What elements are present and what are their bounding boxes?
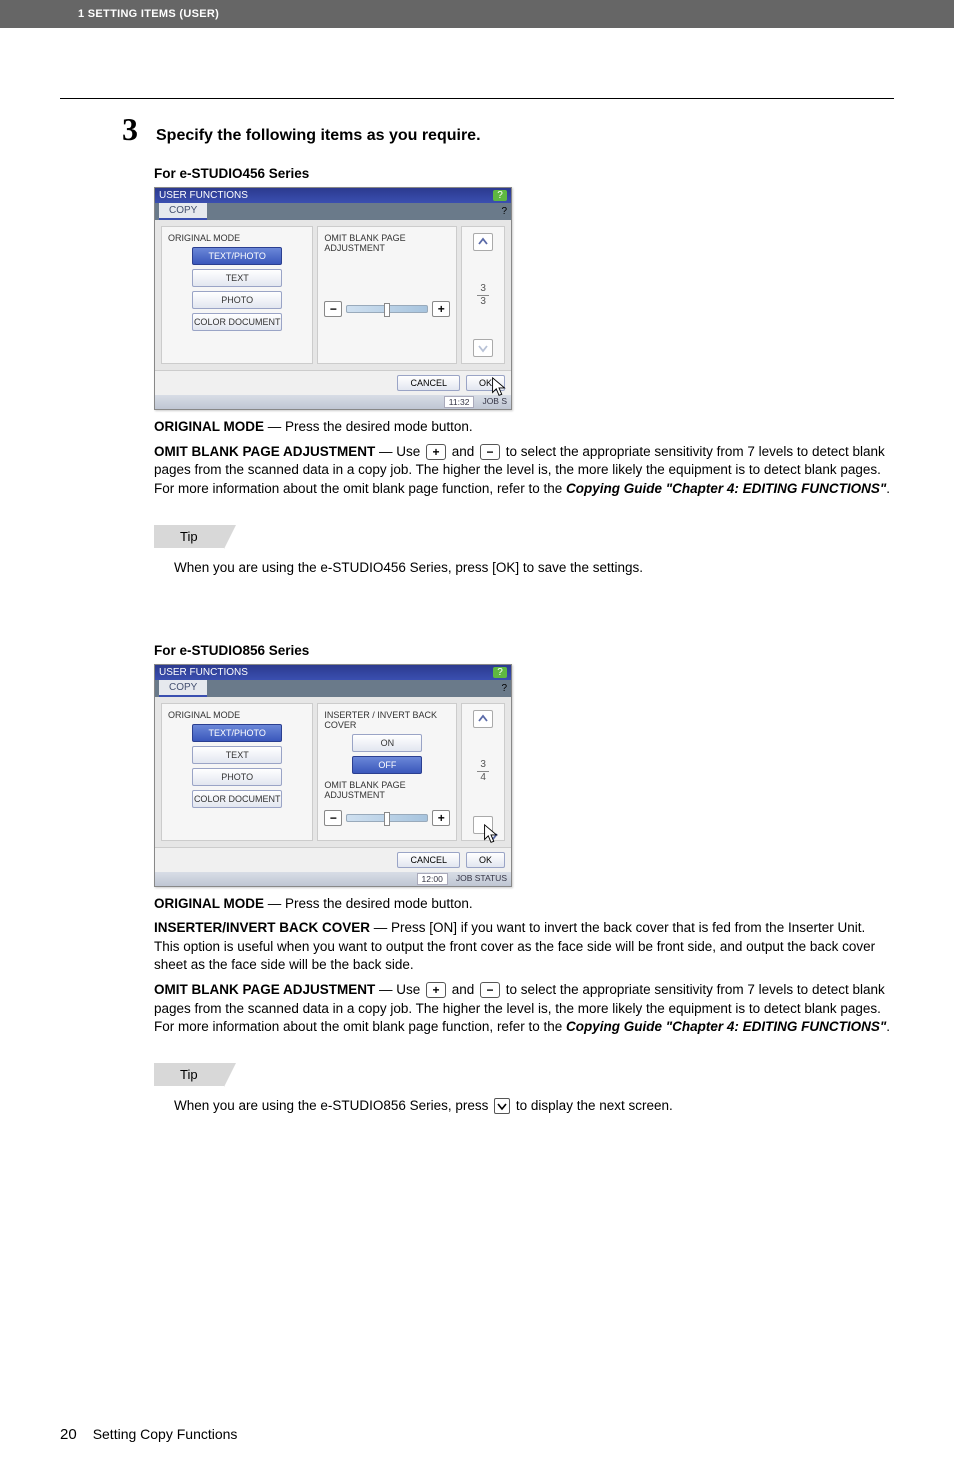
omit-label: OMIT BLANK PAGE ADJUSTMENT <box>324 780 450 800</box>
screenshot-456: USER FUNCTIONS ? COPY ? ORIGINAL MODE TE… <box>154 187 512 410</box>
plus-button[interactable]: + <box>432 810 450 826</box>
desc-original-mode-856: ORIGINAL MODE — Press the desired mode b… <box>154 895 894 914</box>
plus-icon: + <box>426 444 446 460</box>
plus-icon: + <box>426 982 446 998</box>
minus-icon: − <box>480 982 500 998</box>
screenshot-856: USER FUNCTIONS ? COPY ? ORIGINAL MODE TE… <box>154 664 512 887</box>
tip-text-856: When you are using the e-STUDIO856 Serie… <box>174 1098 894 1114</box>
scroll-down-icon[interactable] <box>473 816 493 834</box>
minus-icon: − <box>480 444 500 460</box>
tip-text-456: When you are using the e-STUDIO456 Serie… <box>174 560 894 575</box>
chapter-breadcrumb: 1 SETTING ITEMS (USER) <box>78 8 219 20</box>
status-time: 11:32 <box>444 396 475 408</box>
series-456-heading: For e-STUDIO456 Series <box>154 166 894 181</box>
step-row: 3 Specify the following items as you req… <box>60 111 894 148</box>
tip-badge: Tip <box>154 1063 224 1086</box>
page-indicator: 33 <box>477 284 489 307</box>
mode-color-document[interactable]: COLOR DOCUMENT <box>192 313 282 331</box>
cancel-button[interactable]: CANCEL <box>397 375 460 391</box>
desc-inserter-856: INSERTER/INVERT BACK COVER — Press [ON] … <box>154 919 894 975</box>
off-button[interactable]: OFF <box>352 756 422 774</box>
scroll-up-icon[interactable] <box>473 233 493 251</box>
tip-badge: Tip <box>154 525 224 548</box>
desc-original-mode-456: ORIGINAL MODE — Press the desired mode b… <box>154 418 894 437</box>
help-icon[interactable]: ? <box>501 683 507 694</box>
footer-title: Setting Copy Functions <box>93 1426 238 1442</box>
mode-color-document[interactable]: COLOR DOCUMENT <box>192 790 282 808</box>
ok-button[interactable]: OK <box>466 852 505 868</box>
step-instruction: Specify the following items as you requi… <box>156 127 481 145</box>
screenshot-456-title: USER FUNCTIONS <box>159 190 248 201</box>
down-arrow-icon <box>494 1098 510 1114</box>
omit-label: OMIT BLANK PAGE ADJUSTMENT <box>324 233 450 253</box>
scroll-down-icon[interactable] <box>473 339 493 357</box>
job-status[interactable]: JOB STATUS <box>456 873 507 885</box>
top-rule <box>60 98 894 99</box>
on-button[interactable]: ON <box>352 734 422 752</box>
page-number: 20 <box>60 1426 77 1443</box>
help-icon[interactable]: ? <box>501 206 507 217</box>
mode-text-photo[interactable]: TEXT/PHOTO <box>192 724 282 742</box>
tab-copy[interactable]: COPY <box>159 680 207 697</box>
series-856-heading: For e-STUDIO856 Series <box>154 643 894 658</box>
mode-photo[interactable]: PHOTO <box>192 768 282 786</box>
ok-button[interactable]: OK <box>466 375 505 391</box>
original-mode-label: ORIGINAL MODE <box>168 710 306 720</box>
mode-text-photo[interactable]: TEXT/PHOTO <box>192 247 282 265</box>
mode-photo[interactable]: PHOTO <box>192 291 282 309</box>
cancel-button[interactable]: CANCEL <box>397 852 460 868</box>
desc-omit-456: OMIT BLANK PAGE ADJUSTMENT — Use + and −… <box>154 443 894 499</box>
page-indicator: 34 <box>477 760 489 783</box>
mode-text[interactable]: TEXT <box>192 269 282 287</box>
chapter-header: 1 SETTING ITEMS (USER) <box>0 0 954 28</box>
mode-text[interactable]: TEXT <box>192 746 282 764</box>
sensitivity-slider[interactable] <box>346 305 428 313</box>
tab-copy[interactable]: COPY <box>159 203 207 220</box>
help-icon[interactable]: ? <box>493 667 507 678</box>
page-footer: 20 Setting Copy Functions <box>0 1426 954 1467</box>
help-icon[interactable]: ? <box>493 190 507 201</box>
minus-button[interactable]: − <box>324 810 342 826</box>
status-time: 12:00 <box>417 873 448 885</box>
sensitivity-slider[interactable] <box>346 814 428 822</box>
plus-button[interactable]: + <box>432 301 450 317</box>
original-mode-label: ORIGINAL MODE <box>168 233 306 243</box>
step-number: 3 <box>122 111 138 148</box>
desc-omit-856: OMIT BLANK PAGE ADJUSTMENT — Use + and −… <box>154 981 894 1037</box>
inserter-label: INSERTER / INVERT BACK COVER <box>324 710 450 730</box>
screenshot-856-title: USER FUNCTIONS <box>159 667 248 678</box>
scroll-up-icon[interactable] <box>473 710 493 728</box>
minus-button[interactable]: − <box>324 301 342 317</box>
